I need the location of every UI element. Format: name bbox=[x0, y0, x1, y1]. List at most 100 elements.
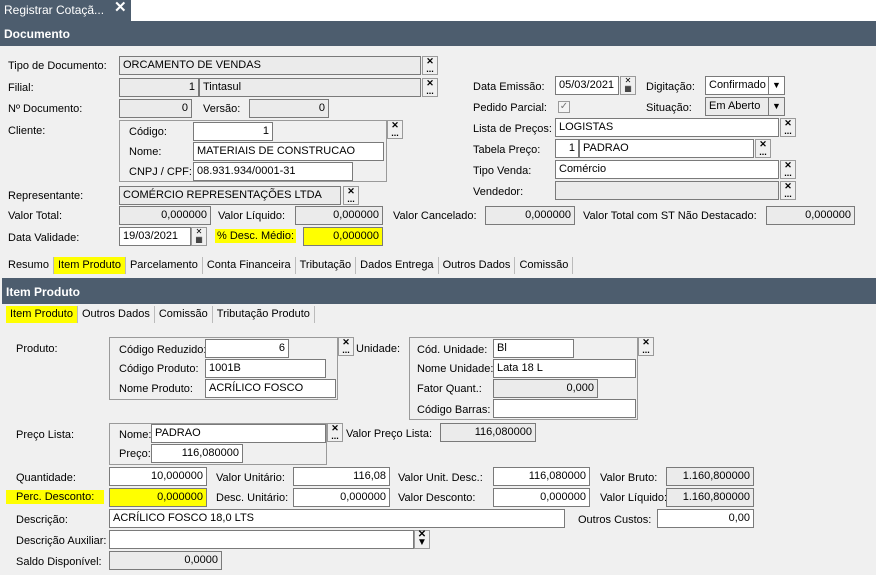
representante-lookup-button[interactable]: ✕... bbox=[343, 186, 359, 205]
tab-resumo[interactable]: Resumo bbox=[4, 257, 54, 274]
lista-precos-field[interactable]: LOGISTAS bbox=[555, 118, 779, 137]
data-validade-calendar-icon[interactable]: ✕ ▦ bbox=[191, 227, 207, 246]
saldo-disponivel-field[interactable]: 0,0000 bbox=[109, 551, 222, 570]
valor-cancelado-field[interactable]: 0,000000 bbox=[485, 206, 575, 225]
nome-unidade-label: Nome Unidade: bbox=[417, 363, 494, 375]
valor-desconto-field[interactable]: 0,000000 bbox=[493, 488, 590, 507]
perc-desconto-field[interactable]: 0,000000 bbox=[109, 488, 207, 507]
nome-produto-label: Nome Produto: bbox=[119, 383, 193, 395]
representante-field[interactable]: COMÉRCIO REPRESENTAÇÕES LTDA bbox=[119, 186, 341, 205]
fator-quant-field[interactable]: 0,000 bbox=[493, 379, 598, 398]
tab-outros-dados[interactable]: Outros Dados bbox=[439, 257, 516, 274]
fator-quant-label: Fator Quant.: bbox=[417, 383, 482, 395]
codigo-produto-field[interactable]: 1001B bbox=[205, 359, 326, 378]
subtab-outros-dados[interactable]: Outros Dados bbox=[78, 306, 155, 323]
data-emissao-field[interactable]: 05/03/2021 bbox=[555, 76, 619, 95]
close-tab-icon[interactable]: ✕ bbox=[114, 0, 127, 16]
valor-unitario-label: Valor Unitário: bbox=[216, 472, 285, 484]
desc-medio-label: % Desc. Médio: bbox=[215, 229, 297, 243]
tipo-venda-lookup-button[interactable]: ✕... bbox=[780, 160, 796, 179]
valor-desconto-label: Valor Desconto: bbox=[398, 492, 476, 504]
preco-lista-nome-field[interactable]: PADRAO bbox=[151, 424, 326, 443]
perc-desconto-label: Perc. Desconto: bbox=[6, 490, 105, 504]
produto-label: Produto: bbox=[16, 343, 58, 355]
cliente-codigo-field[interactable]: 1 bbox=[193, 122, 273, 141]
valor-unitario-field[interactable]: 116,08 bbox=[293, 467, 390, 486]
valor-preco-lista-label: Valor Preço Lista: bbox=[346, 428, 433, 440]
digitacao-select[interactable]: Confirmado bbox=[705, 76, 769, 95]
tipo-venda-field[interactable]: Comércio bbox=[555, 160, 779, 179]
versao-field[interactable]: 0 bbox=[249, 99, 329, 118]
filial-lookup-button[interactable]: ✕... bbox=[422, 78, 438, 97]
valor-cancelado-label: Valor Cancelado: bbox=[393, 210, 477, 222]
subtab-item-produto[interactable]: Item Produto bbox=[6, 306, 78, 323]
tabela-preco-name-field[interactable]: PADRAO bbox=[579, 139, 754, 158]
cliente-label: Cliente: bbox=[8, 125, 46, 137]
item-valor-liquido-field[interactable]: 1.160,800000 bbox=[666, 488, 754, 507]
situacao-select[interactable]: Em Aberto bbox=[705, 97, 769, 116]
vendedor-field[interactable] bbox=[555, 181, 779, 200]
pedido-parcial-checkbox[interactable]: ✓ bbox=[558, 101, 570, 113]
cliente-cnpj-field[interactable]: 08.931.934/0001-31 bbox=[193, 162, 353, 181]
desc-unitario-label: Desc. Unitário: bbox=[216, 492, 289, 504]
desc-unitario-field[interactable]: 0,000000 bbox=[293, 488, 390, 507]
produto-lookup-button[interactable]: ✕... bbox=[338, 337, 354, 356]
valor-liquido-field[interactable]: 0,000000 bbox=[295, 206, 383, 225]
subtab-tributacao-produto[interactable]: Tributação Produto bbox=[213, 306, 315, 323]
digitacao-chevron-down-icon[interactable]: ▼ bbox=[769, 76, 785, 95]
codigo-barras-field[interactable] bbox=[493, 399, 636, 418]
tab-parcelamento[interactable]: Parcelamento bbox=[126, 257, 203, 274]
cod-unidade-field[interactable]: Bl bbox=[493, 339, 574, 358]
tabela-preco-lookup-button[interactable]: ✕... bbox=[755, 139, 771, 158]
data-validade-field[interactable]: 19/03/2021 bbox=[119, 227, 191, 246]
filial-code-field[interactable]: 1 bbox=[119, 78, 199, 97]
descricao-auxiliar-field[interactable] bbox=[109, 530, 414, 549]
subtab-comissao[interactable]: Comissão bbox=[155, 306, 213, 323]
nome-produto-field[interactable]: ACRÍLICO FOSCO bbox=[205, 379, 336, 398]
codigo-reduzido-field[interactable]: 6 bbox=[205, 339, 289, 358]
tab-dados-entrega[interactable]: Dados Entrega bbox=[356, 257, 439, 274]
situacao-chevron-down-icon[interactable]: ▼ bbox=[769, 97, 785, 116]
cliente-lookup-button[interactable]: ✕... bbox=[387, 120, 403, 139]
cliente-nome-field[interactable]: MATERIAIS DE CONSTRUCAO bbox=[193, 142, 384, 161]
nome-unidade-field[interactable]: Lata 18 L bbox=[493, 359, 636, 378]
unidade-lookup-button[interactable]: ✕... bbox=[638, 337, 654, 356]
desc-medio-field[interactable]: 0,000000 bbox=[303, 227, 383, 246]
valor-unit-desc-field[interactable]: 116,080000 bbox=[493, 467, 590, 486]
quantidade-field[interactable]: 10,000000 bbox=[109, 467, 207, 486]
tipo-documento-field[interactable]: ORCAMENTO DE VENDAS bbox=[119, 56, 421, 75]
valor-preco-lista-field[interactable]: 116,080000 bbox=[440, 423, 536, 442]
cliente-codigo-label: Código: bbox=[129, 126, 167, 138]
tabela-preco-label: Tabela Preço: bbox=[473, 144, 541, 156]
data-validade-label: Data Validade: bbox=[8, 232, 80, 244]
tab-item-produto[interactable]: Item Produto bbox=[53, 257, 126, 274]
main-tab-bar: Resumo Item Produto Parcelamento Conta Fina… bbox=[4, 257, 574, 276]
filial-name-field[interactable]: Tintasul bbox=[199, 78, 421, 97]
outros-custos-field[interactable]: 0,00 bbox=[657, 509, 754, 528]
valor-total-st-field[interactable]: 0,000000 bbox=[766, 206, 855, 225]
preco-lista-lookup-button[interactable]: ✕... bbox=[327, 423, 343, 442]
representante-label: Representante: bbox=[8, 190, 84, 202]
valor-liquido-label: Valor Líquido: bbox=[218, 210, 286, 222]
valor-bruto-field[interactable]: 1.160,800000 bbox=[666, 467, 754, 486]
tab-comissao[interactable]: Comissão bbox=[515, 257, 574, 274]
documento-section-header: Documento bbox=[0, 21, 876, 46]
tipo-documento-label: Tipo de Documento: bbox=[8, 60, 107, 72]
vendedor-lookup-button[interactable]: ✕... bbox=[780, 181, 796, 200]
tipo-documento-lookup-button[interactable]: ✕... bbox=[422, 56, 438, 75]
n-documento-field[interactable]: 0 bbox=[119, 99, 192, 118]
preco-lista-preco-field[interactable]: 116,080000 bbox=[151, 444, 243, 463]
data-emissao-calendar-icon[interactable]: ✕ ▦ bbox=[620, 76, 636, 95]
tabela-preco-code-field[interactable]: 1 bbox=[555, 139, 579, 158]
tab-tributacao[interactable]: Tributação bbox=[296, 257, 357, 274]
window-tab-strip bbox=[0, 0, 876, 21]
descricao-field[interactable]: ACRÍLICO FOSCO 18,0 LTS bbox=[109, 509, 565, 528]
window-tab[interactable]: Registrar Cotaçã... bbox=[0, 0, 131, 21]
descricao-auxiliar-dropdown-icon[interactable]: ✕ ▼ bbox=[414, 530, 430, 549]
sub-tab-bar: Item Produto Outros Dados Comissão Tributaç… bbox=[6, 306, 315, 325]
cliente-cnpj-label: CNPJ / CPF: bbox=[129, 166, 192, 178]
tab-conta-financeira[interactable]: Conta Financeira bbox=[203, 257, 296, 274]
valor-total-field[interactable]: 0,000000 bbox=[119, 206, 211, 225]
descricao-auxiliar-label: Descrição Auxiliar: bbox=[16, 535, 107, 547]
lista-precos-lookup-button[interactable]: ✕... bbox=[780, 118, 796, 137]
